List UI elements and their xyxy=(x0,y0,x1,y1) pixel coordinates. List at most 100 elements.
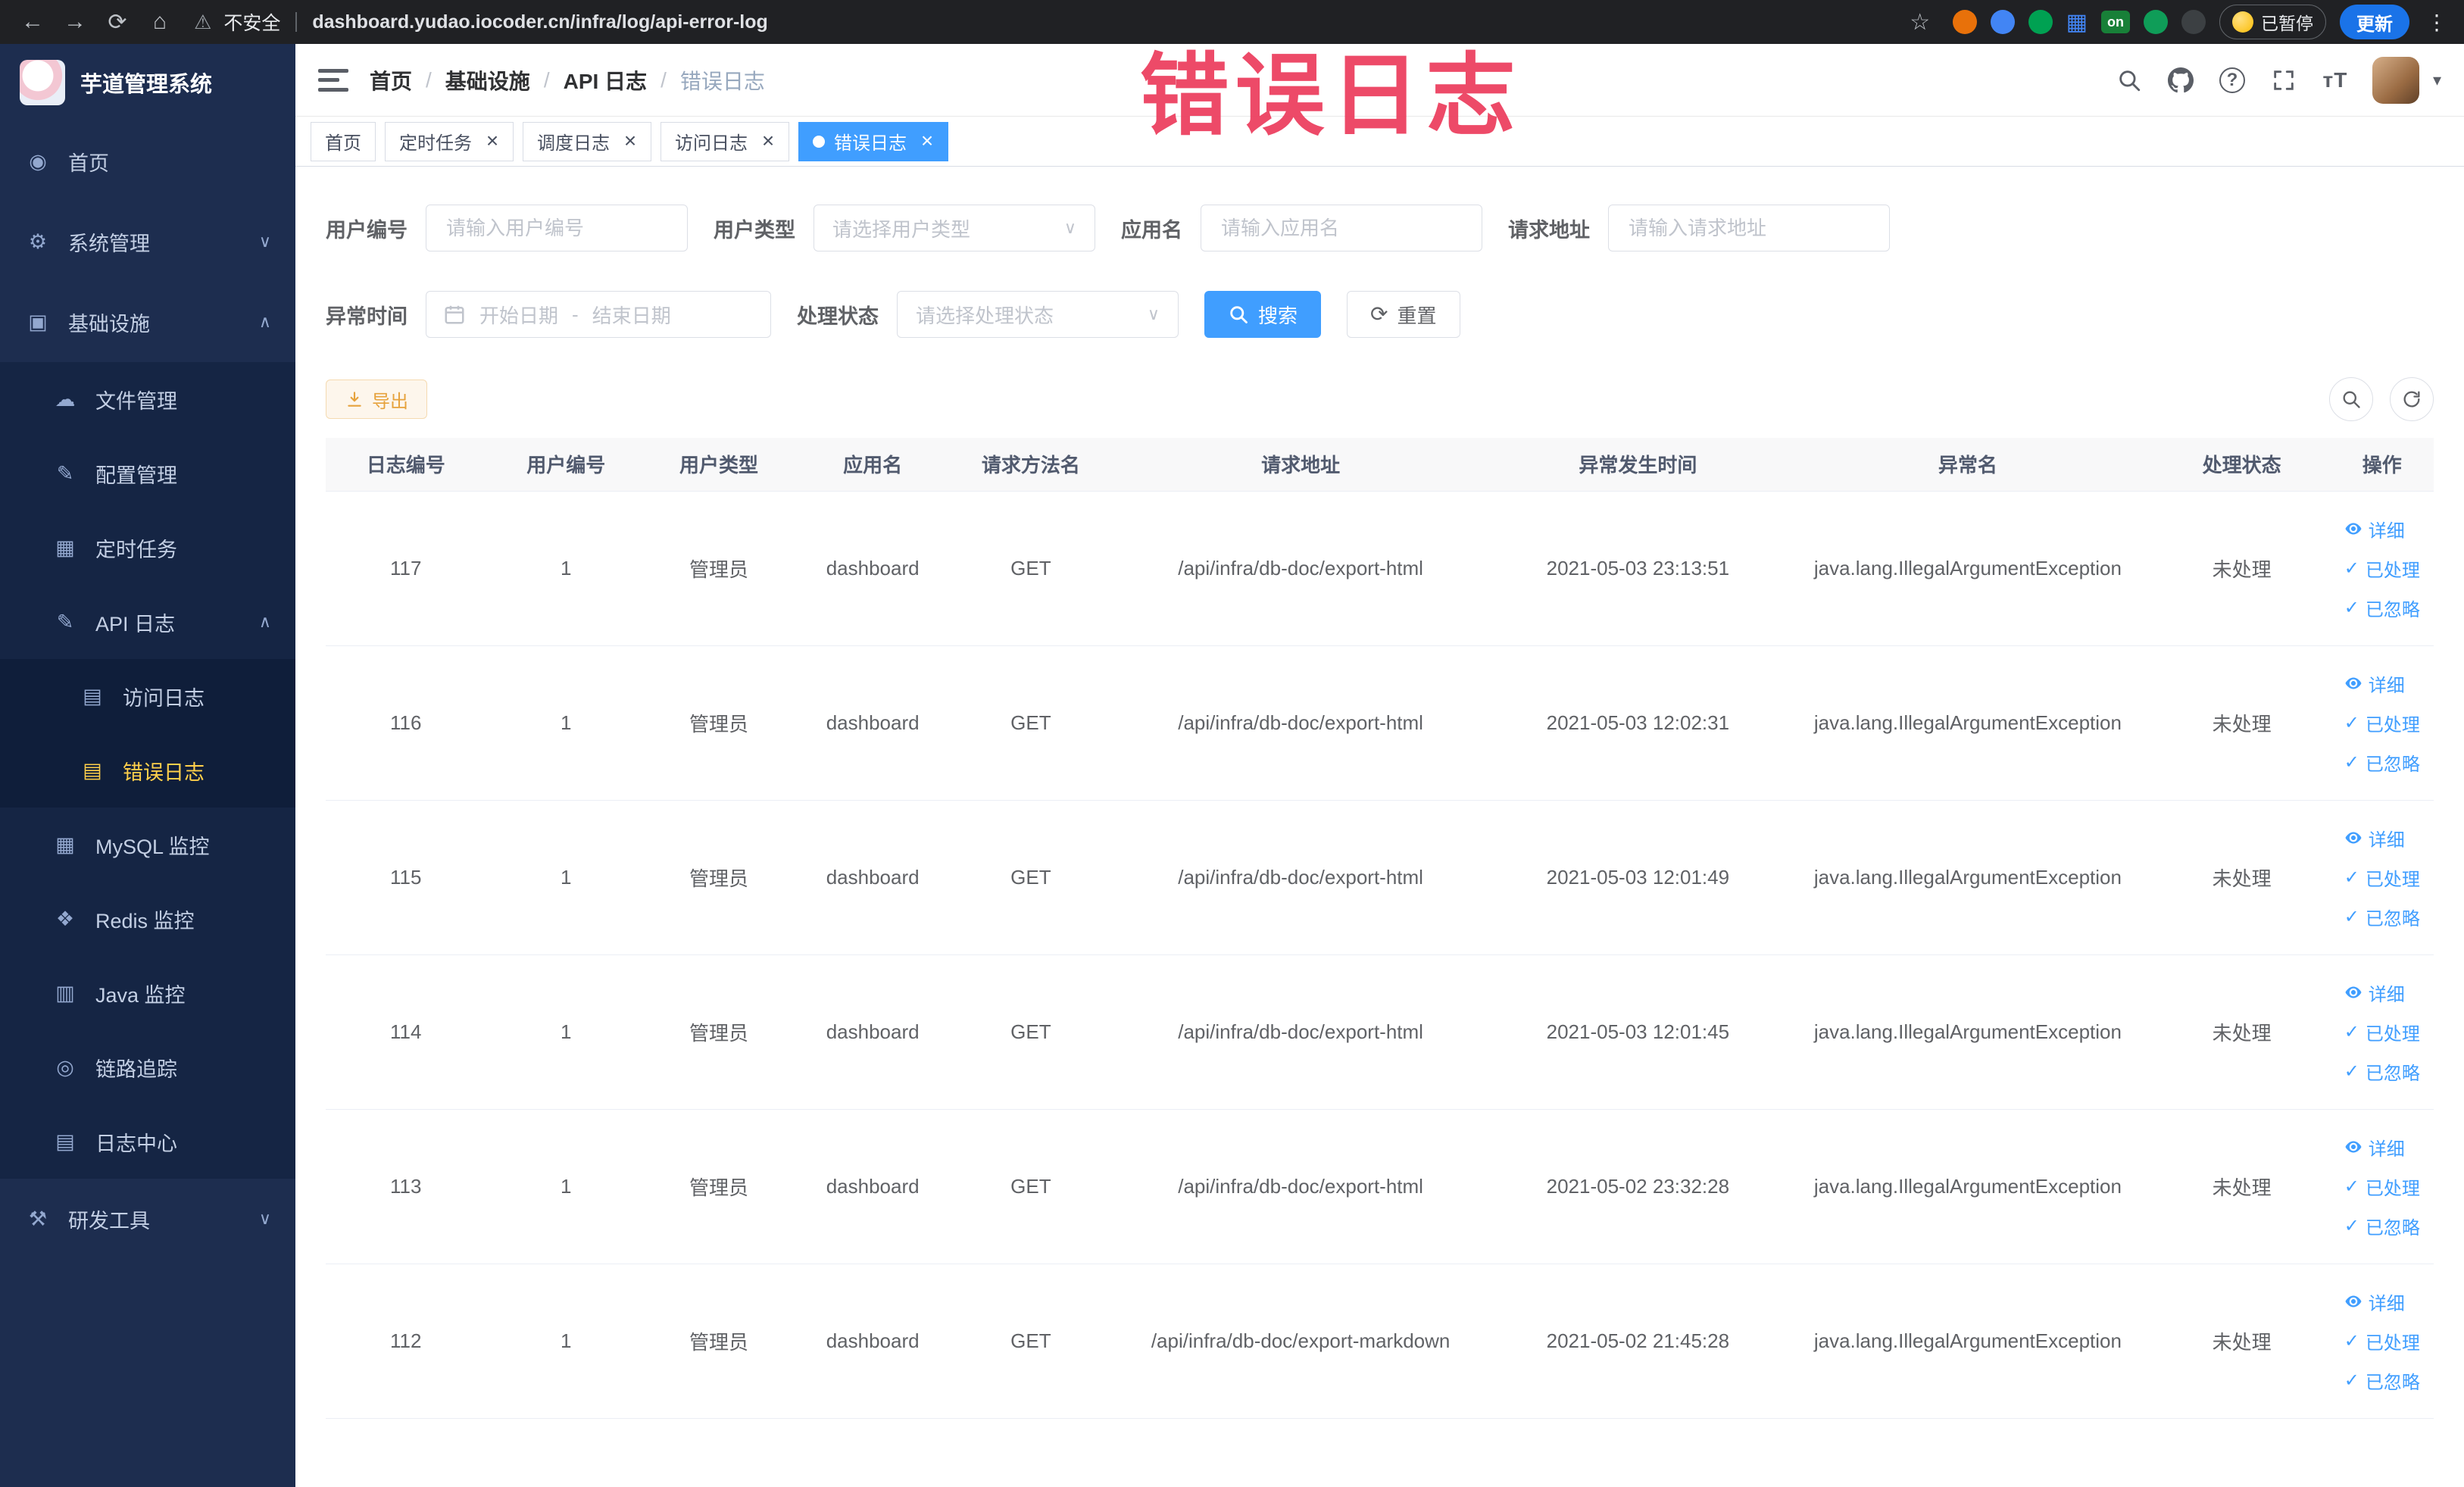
check-icon: ✓ xyxy=(2344,597,2359,618)
tab-定时任务[interactable]: 定时任务 × xyxy=(385,121,514,161)
extension-icon[interactable] xyxy=(1952,10,1977,34)
action-已处理[interactable]: ✓ 已处理 xyxy=(2344,860,2420,895)
cell-user_id: 1 xyxy=(486,800,646,955)
action-已忽略[interactable]: ✓ 已忽略 xyxy=(2344,1208,2420,1243)
address-bar[interactable]: ⚠ 不安全 dashboard.yudao.iocoder.cn/infra/l… xyxy=(183,8,1897,36)
tab-访问日志[interactable]: 访问日志 × xyxy=(661,121,789,161)
extension-icon[interactable]: ▦ xyxy=(2066,10,2088,35)
action-已处理[interactable]: ✓ 已处理 xyxy=(2344,1169,2420,1204)
hamburger-icon[interactable] xyxy=(318,67,348,93)
sidebar-item-日志中心[interactable]: ▤ 日志中心 xyxy=(0,1104,295,1179)
action-已忽略[interactable]: ✓ 已忽略 xyxy=(2344,745,2420,779)
breadcrumb: 首页 / 基础设施 / API 日志 / 错误日志 xyxy=(370,65,765,95)
export-button[interactable]: 导出 xyxy=(326,380,427,419)
sidebar-item-链路追踪[interactable]: ◎ 链路追踪 xyxy=(0,1030,295,1104)
action-详细[interactable]: 详细 xyxy=(2344,1284,2405,1319)
extension-icon[interactable] xyxy=(2028,10,2053,34)
action-详细[interactable]: 详细 xyxy=(2344,975,2405,1010)
cell-actions: 详细 ✓ 已处理 ✓ 已忽略 xyxy=(2330,954,2434,1110)
extension-icon[interactable] xyxy=(2144,10,2168,34)
toggle-search-button[interactable] xyxy=(2329,377,2373,421)
search-button[interactable]: 搜索 xyxy=(1204,291,1322,338)
chevron-down-icon: ∨ xyxy=(1063,218,1076,237)
action-已处理[interactable]: ✓ 已处理 xyxy=(2344,1323,2420,1358)
update-button[interactable]: 更新 xyxy=(2340,5,2409,39)
breadcrumb-item[interactable]: API 日志 xyxy=(564,65,647,95)
breadcrumb-item[interactable]: 基础设施 xyxy=(445,65,530,95)
cell-exception: java.lang.IllegalArgumentException xyxy=(1782,491,2153,646)
sidebar-item-label: Redis 监控 xyxy=(95,909,195,932)
fullscreen-icon[interactable] xyxy=(2269,66,2298,95)
cell-time: 2021-05-03 23:13:51 xyxy=(1493,491,1782,646)
avatar[interactable] xyxy=(2372,56,2419,104)
home-icon[interactable]: ⌂ xyxy=(141,3,179,41)
sidebar-item-Redis 监控[interactable]: ❖ Redis 监控 xyxy=(0,882,295,956)
sidebar-item-MySQL 监控[interactable]: ▦ MySQL 监控 xyxy=(0,808,295,882)
reload-icon[interactable]: ⟳ xyxy=(98,3,136,41)
action-已处理[interactable]: ✓ 已处理 xyxy=(2344,1014,2420,1049)
user-id-input[interactable] xyxy=(426,205,688,251)
action-已忽略[interactable]: ✓ 已忽略 xyxy=(2344,1054,2420,1089)
tab-错误日志[interactable]: 错误日志 × xyxy=(798,121,948,161)
action-详细[interactable]: 详细 xyxy=(2344,820,2405,855)
tab-首页[interactable]: 首页 xyxy=(311,121,376,161)
reset-button[interactable]: ⟳ 重置 xyxy=(1347,291,1460,338)
cell-method: GET xyxy=(954,1264,1108,1419)
column-header: 应用名 xyxy=(792,438,954,492)
sidebar-item-系统管理[interactable]: ⚙ 系统管理 ∨ xyxy=(0,201,295,282)
action-已忽略[interactable]: ✓ 已忽略 xyxy=(2344,899,2420,934)
app-logo[interactable]: 芋道管理系统 xyxy=(0,44,295,121)
close-icon[interactable]: × xyxy=(916,130,938,153)
action-详细[interactable]: 详细 xyxy=(2344,511,2405,546)
cell-user_id: 1 xyxy=(486,491,646,646)
action-已忽略[interactable]: ✓ 已忽略 xyxy=(2344,1363,2420,1398)
browser-menu-icon[interactable]: ⋮ xyxy=(2423,10,2450,35)
sidebar-item-文件管理[interactable]: ☁ 文件管理 xyxy=(0,362,295,436)
cell-status: 未处理 xyxy=(2153,800,2331,955)
font-size-icon[interactable]: тT xyxy=(2321,66,2350,95)
extension-icon[interactable] xyxy=(1990,10,2015,34)
user-type-select[interactable]: 请选择用户类型 ∨ xyxy=(814,205,1095,251)
url-text[interactable]: dashboard.yudao.iocoder.cn/infra/log/api… xyxy=(312,11,767,33)
close-icon[interactable]: × xyxy=(481,130,504,153)
date-range-picker[interactable]: 开始日期 - 结束日期 xyxy=(426,291,771,338)
close-icon[interactable]: × xyxy=(619,130,642,153)
extensions-puzzle-icon[interactable] xyxy=(2181,10,2206,34)
sidebar-item-配置管理[interactable]: ✎ 配置管理 xyxy=(0,436,295,511)
table-row: 117 1 管理员 dashboard GET/api/infra/db-doc/exp… xyxy=(326,491,2434,646)
refresh-button[interactable] xyxy=(2390,377,2434,421)
chevron-down-icon[interactable]: ▾ xyxy=(2433,70,2441,90)
back-icon[interactable]: ← xyxy=(14,3,52,41)
request-url-input[interactable] xyxy=(1608,205,1890,251)
github-icon[interactable] xyxy=(2166,66,2195,95)
sidebar-item-API 日志[interactable]: ✎ API 日志 ∧ xyxy=(0,585,295,659)
sidebar-item-定时任务[interactable]: ▦ 定时任务 xyxy=(0,511,295,585)
cell-app: dashboard xyxy=(792,645,954,801)
process-status-select[interactable]: 请选择处理状态 ∨ xyxy=(897,291,1179,338)
close-icon[interactable]: × xyxy=(757,130,779,153)
forward-icon[interactable]: → xyxy=(56,3,94,41)
sidebar-item-Java 监控[interactable]: ▥ Java 监控 xyxy=(0,956,295,1030)
action-已忽略[interactable]: ✓ 已忽略 xyxy=(2344,590,2420,625)
action-详细[interactable]: 详细 xyxy=(2344,666,2405,701)
sidebar-item-访问日志[interactable]: ▤ 访问日志 xyxy=(0,659,295,733)
sidebar-item-基础设施[interactable]: ▣ 基础设施 ∧ xyxy=(0,282,295,362)
sidebar-item-研发工具[interactable]: ⚒ 研发工具 ∨ xyxy=(0,1179,295,1259)
tab-调度日志[interactable]: 调度日志 × xyxy=(523,121,651,161)
app-name-input[interactable] xyxy=(1201,205,1482,251)
paused-badge[interactable]: 已暂停 xyxy=(2219,5,2326,39)
sidebar-item-首页[interactable]: ◉ 首页 xyxy=(0,121,295,201)
action-已处理[interactable]: ✓ 已处理 xyxy=(2344,705,2420,740)
tab-label: 调度日志 xyxy=(537,133,610,154)
sidebar-item-错误日志[interactable]: ▤ 错误日志 xyxy=(0,733,295,808)
main-area: 首页 / 基础设施 / API 日志 / 错误日志 ? тT ▾ 首页 定时任务 × 调度日志 × 访… xyxy=(295,44,2464,1487)
help-icon[interactable]: ? xyxy=(2218,66,2247,95)
action-详细[interactable]: 详细 xyxy=(2344,1129,2405,1164)
sidebar-item-label: 定时任务 xyxy=(95,538,177,561)
extension-on-badge[interactable]: on xyxy=(2101,11,2130,33)
breadcrumb-item[interactable]: 首页 xyxy=(370,65,412,95)
search-icon[interactable] xyxy=(2115,66,2144,95)
security-label[interactable]: 不安全 xyxy=(223,8,280,36)
action-已处理[interactable]: ✓ 已处理 xyxy=(2344,551,2420,586)
bookmark-star-icon[interactable]: ☆ xyxy=(1901,3,1939,41)
